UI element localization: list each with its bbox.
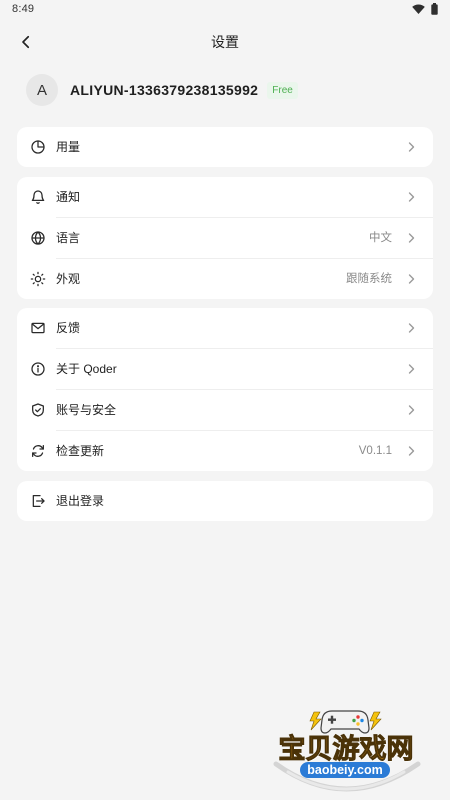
row-label: 外观 xyxy=(56,272,81,286)
page-title: 设置 xyxy=(211,34,239,50)
settings-row-notifications[interactable]: 通知 xyxy=(17,177,433,217)
chevron-right-icon xyxy=(408,405,415,415)
status-time: 8:49 xyxy=(12,3,35,15)
row-value: V0.1.1 xyxy=(358,445,392,457)
account-summary: A ALIYUN-1336379238135992 Free xyxy=(26,74,298,106)
watermark-name: 宝贝游戏网 xyxy=(278,734,414,765)
settings-row-about[interactable]: 关于 Qoder xyxy=(17,349,433,389)
row-label: 退出登录 xyxy=(56,494,105,508)
back-button[interactable] xyxy=(16,32,36,52)
settings-row-account-security[interactable]: 账号与安全 xyxy=(17,390,433,430)
settings-row-usage[interactable]: 用量 xyxy=(17,127,433,167)
settings-row-logout[interactable]: 退出登录 xyxy=(17,481,433,521)
row-label: 账号与安全 xyxy=(56,403,117,417)
row-label: 关于 Qoder xyxy=(56,362,117,376)
chevron-left-icon xyxy=(22,35,30,49)
watermark-logo: 宝贝游戏网 baobeiy.com xyxy=(270,702,422,798)
settings-group-support: 反馈 关于 Qoder 账号与安全 检查更新 V0.1.1 xyxy=(17,308,433,471)
mail-icon xyxy=(30,320,46,336)
logout-icon xyxy=(30,493,46,509)
header: 设置 xyxy=(0,26,450,58)
settings-row-feedback[interactable]: 反馈 xyxy=(17,308,433,348)
avatar: A xyxy=(26,74,58,106)
plan-badge: Free xyxy=(267,81,298,99)
settings-group-preferences: 通知 语言 中文 外观 跟随系统 xyxy=(17,177,433,299)
shield-check-icon xyxy=(30,402,46,418)
wifi-icon xyxy=(412,4,425,14)
row-label: 通知 xyxy=(56,190,81,204)
settings-row-language[interactable]: 语言 中文 xyxy=(17,218,433,258)
chevron-right-icon xyxy=(408,233,415,243)
status-bar: 8:49 xyxy=(0,0,450,20)
watermark-domain: baobeiy.com xyxy=(300,762,390,778)
chevron-right-icon xyxy=(408,364,415,374)
row-label: 语言 xyxy=(56,231,81,245)
row-label: 检查更新 xyxy=(56,444,105,458)
settings-group-logout: 退出登录 xyxy=(17,481,433,521)
chevron-right-icon xyxy=(408,192,415,202)
pie-chart-icon xyxy=(30,139,46,155)
row-value: 中文 xyxy=(369,232,392,244)
info-icon xyxy=(30,361,46,377)
chevron-right-icon xyxy=(408,446,415,456)
sun-icon xyxy=(30,271,46,287)
settings-group-usage: 用量 xyxy=(17,127,433,167)
bell-icon xyxy=(30,189,46,205)
chevron-right-icon xyxy=(408,274,415,284)
settings-row-check-update[interactable]: 检查更新 V0.1.1 xyxy=(17,431,433,471)
battery-icon xyxy=(431,3,438,15)
chevron-right-icon xyxy=(408,323,415,333)
chevron-right-icon xyxy=(408,142,415,152)
globe-icon xyxy=(30,230,46,246)
row-label: 用量 xyxy=(56,140,81,154)
settings-row-appearance[interactable]: 外观 跟随系统 xyxy=(17,259,433,299)
row-label: 反馈 xyxy=(56,321,81,335)
refresh-icon xyxy=(30,443,46,459)
settings-screen: { "status_bar": { "time": "8:49", "icons… xyxy=(0,0,450,800)
row-value: 跟随系统 xyxy=(346,273,392,285)
account-username: ALIYUN-1336379238135992 xyxy=(70,82,259,98)
